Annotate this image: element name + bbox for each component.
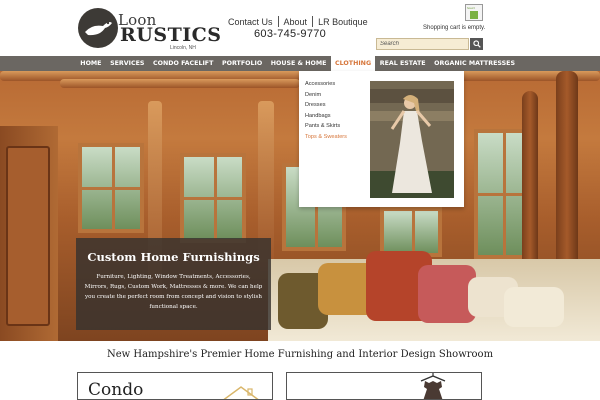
utility-nav: Contact Us About LR Boutique: [228, 16, 368, 27]
nav-organic-mattresses[interactable]: ORGANIC MATTRESSES: [430, 56, 519, 71]
nav-divider: [277, 16, 279, 27]
dropdown-list: Accessories Denim Dresses Handbags Pants…: [305, 79, 347, 142]
search-button[interactable]: [470, 38, 483, 50]
nav-clothing[interactable]: CLOTHING: [330, 56, 376, 71]
hero-description: Furniture, Lighting, Window Treatments, …: [84, 274, 263, 310]
dropdown-feature-photo[interactable]: [370, 81, 454, 198]
window: [380, 207, 442, 257]
logo-location: Lincoln, NH: [170, 45, 196, 51]
ceiling-beam: [60, 79, 300, 88]
clothing-dropdown-menu: Accessories Denim Dresses Handbags Pants…: [299, 71, 464, 207]
cart-status[interactable]: Shopping cart is empty.: [423, 25, 485, 31]
clothing-card[interactable]: [286, 372, 482, 400]
model-in-dress-image: [370, 81, 454, 198]
rustic-bed: [268, 251, 600, 341]
hero-title: Custom Home Furnishings: [87, 250, 260, 264]
nav-real-estate[interactable]: REAL ESTATE: [375, 56, 429, 71]
site-header: Loon RUSTICS Lincoln, NH Contact Us Abou…: [0, 0, 600, 56]
nav-services[interactable]: SERVICES: [106, 56, 149, 71]
hero-caption: Custom Home Furnishings Furniture, Light…: [76, 238, 271, 330]
condo-card[interactable]: Condo: [77, 372, 273, 400]
dropdown-item-handbags[interactable]: Handbags: [305, 111, 347, 122]
dress-on-hanger-icon: [420, 373, 446, 399]
nav-condo-facelift[interactable]: CONDO FACELIFT: [149, 56, 218, 71]
about-link[interactable]: About: [284, 17, 308, 27]
condo-card-title: Condo: [88, 380, 144, 400]
site-logo[interactable]: Loon RUSTICS Lincoln, NH: [76, 6, 221, 51]
contact-us-link[interactable]: Contact Us: [228, 17, 273, 27]
search-box: [376, 38, 483, 50]
search-input[interactable]: [376, 38, 469, 50]
search-icon: [472, 40, 481, 48]
deer-carving: [6, 146, 50, 326]
page: Loon RUSTICS Lincoln, NH Contact Us Abou…: [0, 0, 600, 400]
logo-text-rustics: RUSTICS: [120, 24, 222, 46]
phone-number[interactable]: 603-745-9770: [254, 28, 326, 40]
dropdown-item-denim[interactable]: Denim: [305, 90, 347, 101]
house-outline-icon: [223, 386, 259, 399]
pillow: [504, 287, 564, 327]
nav-house-and-home[interactable]: HOUSE & HOME: [266, 56, 330, 71]
dropdown-item-accessories[interactable]: Accessories: [305, 79, 347, 90]
houzz-badge[interactable]: houzz: [465, 4, 483, 21]
dropdown-item-pants-skirts[interactable]: Pants & Skirts: [305, 121, 347, 132]
dropdown-item-tops-sweaters[interactable]: Tops & Sweaters: [305, 132, 347, 143]
lr-boutique-link[interactable]: LR Boutique: [318, 17, 368, 27]
houzz-badge-label: houzz: [467, 6, 476, 10]
houzz-logo-icon: [470, 11, 478, 19]
window: [180, 153, 246, 243]
carved-deer-panel: [0, 126, 58, 341]
main-nav-items: HOME SERVICES CONDO FACELIFT PORTFOLIO H…: [76, 56, 519, 71]
nav-divider: [312, 16, 314, 27]
nav-home[interactable]: HOME: [76, 56, 106, 71]
window: [78, 143, 144, 233]
loon-logo-icon: [78, 8, 118, 48]
dropdown-item-dresses[interactable]: Dresses: [305, 100, 347, 111]
main-nav: HOME SERVICES CONDO FACELIFT PORTFOLIO H…: [0, 56, 600, 71]
showroom-tagline: New Hampshire's Premier Home Furnishing …: [106, 349, 494, 360]
nav-portfolio[interactable]: PORTFOLIO: [218, 56, 267, 71]
